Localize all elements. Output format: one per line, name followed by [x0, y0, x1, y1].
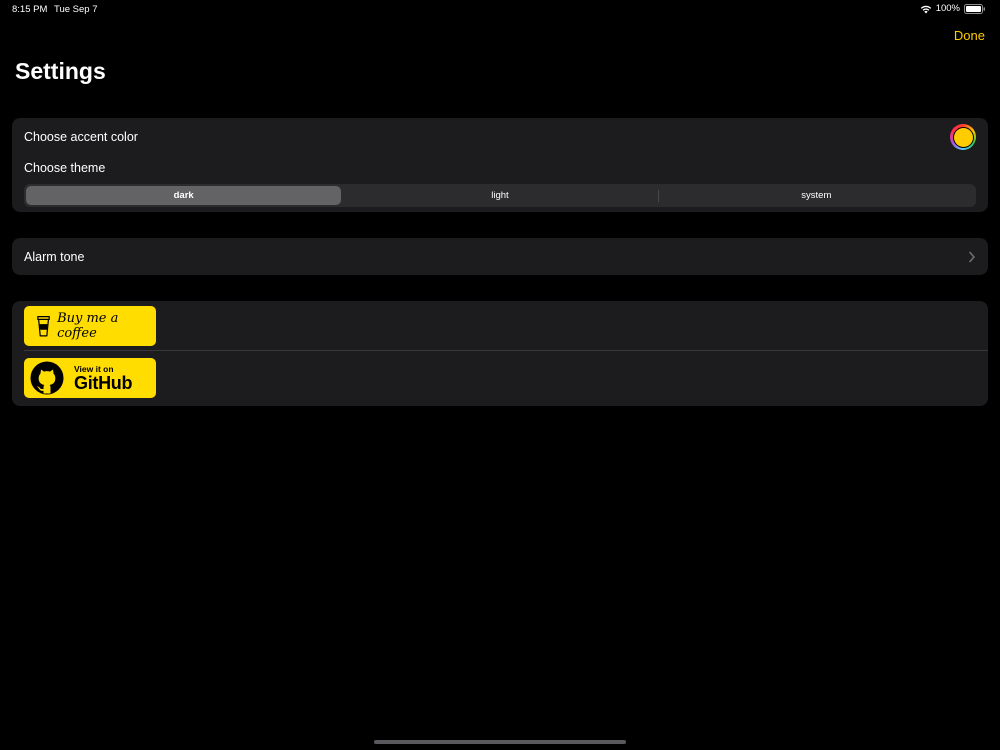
battery-icon [964, 3, 985, 14]
alarm-group: Alarm tone [12, 238, 988, 275]
theme-segment-dark[interactable]: dark [26, 186, 342, 205]
links-divider [24, 350, 988, 351]
status-bar: 8:15 PM Tue Sep 7 100% [0, 0, 1000, 18]
chevron-right-icon [969, 251, 975, 263]
coffee-cup-icon [37, 315, 50, 337]
links-group: Buy me a coffee View it on GitHub [12, 301, 988, 406]
wifi-icon [920, 5, 931, 13]
home-indicator[interactable] [374, 740, 626, 744]
page-title: Settings [15, 58, 106, 84]
settings-screen: 8:15 PM Tue Sep 7 100% Done Settings Cho… [0, 0, 1000, 750]
accent-color-label: Choose accent color [24, 130, 138, 144]
github-badge-big-text: GitHub [74, 372, 133, 393]
status-date: Tue Sep 7 [54, 4, 98, 15]
buy-me-a-coffee-button[interactable]: Buy me a coffee [24, 306, 156, 346]
status-indicators: 100% [920, 3, 986, 14]
theme-segment-system[interactable]: system [659, 186, 974, 205]
github-badge-small-text: View it on [74, 363, 114, 374]
github-icon [30, 361, 64, 395]
alarm-tone-row[interactable]: Alarm tone [12, 238, 988, 275]
coffee-badge-text: Buy me a coffee [57, 311, 119, 341]
accent-swatch-ring [952, 126, 974, 148]
theme-label: Choose theme [24, 161, 106, 175]
theme-segment-light[interactable]: light [342, 186, 657, 205]
status-time: 8:15 PM [12, 4, 48, 15]
done-button[interactable]: Done [954, 28, 985, 43]
accent-color-picker[interactable] [950, 124, 976, 150]
appearance-group: Choose accent color Choose theme dark li… [12, 118, 988, 212]
github-button[interactable]: View it on GitHub [24, 358, 156, 398]
theme-segmented-control: dark light system [24, 184, 976, 207]
alarm-tone-label: Alarm tone [24, 250, 85, 264]
battery-percent: 100% [935, 3, 960, 14]
accent-swatch-fill [953, 127, 973, 147]
github-badge-text: View it on GitHub [74, 364, 132, 393]
